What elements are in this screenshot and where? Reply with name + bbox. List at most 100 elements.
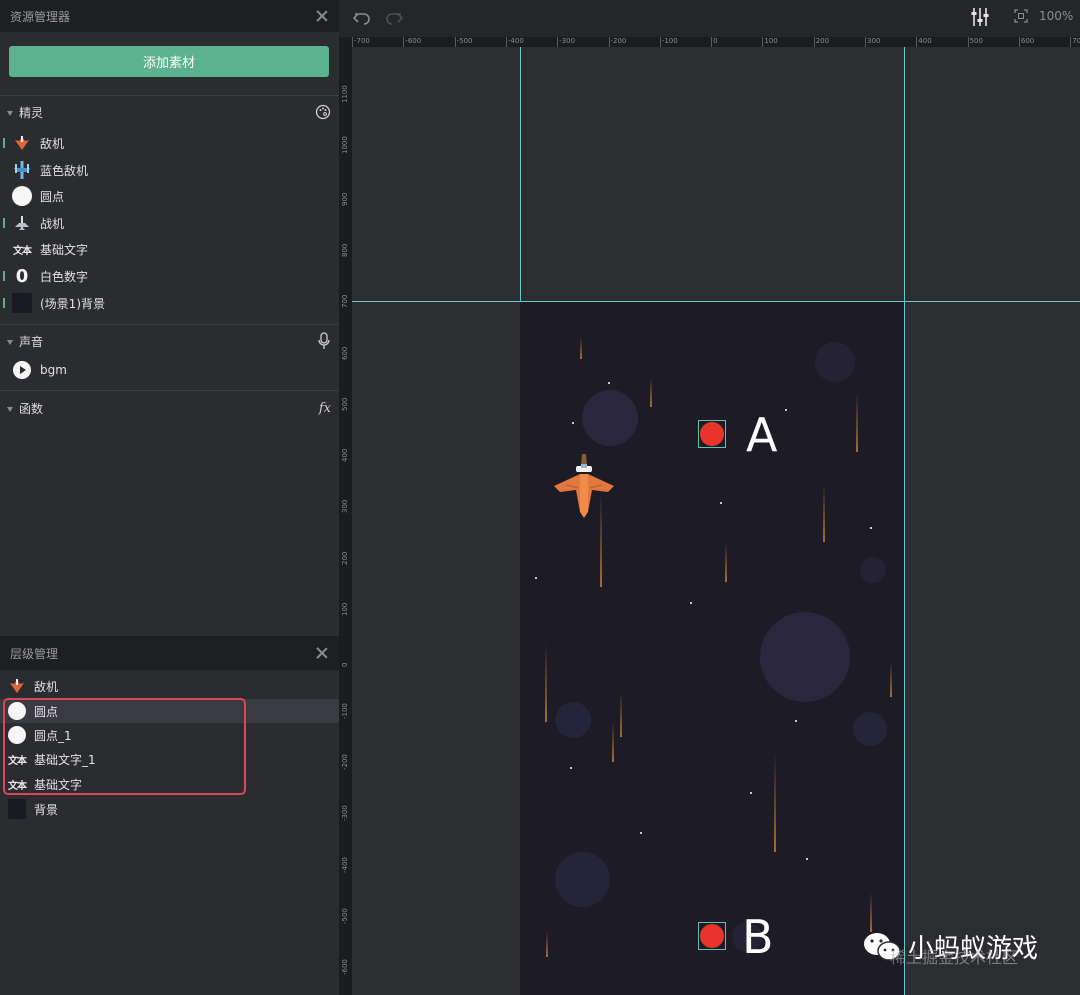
asset-item-blue-enemy[interactable]: 蓝色敌机 [0, 157, 339, 183]
asset-item-bgm[interactable]: bgm [0, 357, 339, 383]
fighter-plane-sprite[interactable] [552, 452, 616, 522]
ruler-tick-label: 0 [713, 37, 718, 45]
enemy-plane-icon [8, 677, 26, 695]
scene-canvas[interactable]: A B [352, 47, 1080, 995]
zoom-level[interactable]: 100% [1039, 9, 1073, 23]
active-marker [3, 271, 5, 281]
digit-zero-icon: 0 [15, 265, 29, 287]
asset-panel-header: 资源管理器 [0, 0, 339, 32]
section-sprites[interactable]: 精灵 [0, 98, 339, 126]
ruler-tick-mark [762, 37, 764, 47]
close-icon[interactable] [315, 9, 329, 23]
background-thumb-icon [12, 293, 32, 313]
play-icon [12, 360, 32, 380]
layer-item-label: 背景 [34, 802, 59, 817]
ruler-tick-mark [711, 37, 713, 47]
ruler-tick-label: 900 [341, 192, 349, 206]
ruler-tick-mark [659, 37, 661, 47]
layer-panel-title: 层级管理 [10, 646, 59, 661]
ruler-tick-label: -300 [341, 805, 349, 822]
undo-icon[interactable] [352, 8, 372, 28]
asset-item-enemy[interactable]: 敌机 [0, 130, 339, 156]
redo-icon[interactable] [384, 8, 404, 28]
meteor-streak [856, 392, 858, 452]
ruler-tick-mark [403, 37, 405, 47]
star [795, 720, 797, 722]
planet [860, 557, 886, 583]
asset-item-white-digit[interactable]: 0 白色数字 [0, 263, 339, 289]
dot-sprite-b[interactable] [698, 922, 726, 950]
planet [815, 342, 855, 382]
star [572, 422, 574, 424]
editor-toolbar: 100% [339, 0, 1080, 37]
asset-item-label: bgm [40, 363, 67, 377]
asset-item-label: 蓝色敌机 [40, 163, 89, 178]
asset-item-dot[interactable]: 圆点 [0, 183, 339, 209]
ruler-tick-mark [454, 37, 456, 47]
star [720, 502, 722, 504]
ruler-tick-label: 700 [1072, 37, 1080, 45]
section-functions-title: 函数 [19, 401, 44, 416]
ruler-tick-label: 800 [341, 243, 349, 257]
section-sprites-title: 精灵 [19, 105, 44, 120]
ruler-tick-mark [505, 37, 507, 47]
asset-item-text[interactable]: 文本 基础文字 [0, 236, 339, 262]
ruler-tick-mark [557, 37, 559, 47]
star [785, 409, 787, 411]
ruler-tick-label: -700 [354, 37, 370, 45]
dot-sprite-a[interactable] [698, 420, 726, 448]
star [750, 792, 752, 794]
asset-item-background[interactable]: (场景1)背景 [0, 290, 339, 316]
ruler-tick-label: 400 [341, 448, 349, 463]
text-icon: 文本 [13, 245, 32, 257]
background-thumb-icon [8, 799, 26, 819]
ruler-tick-label: 400 [918, 37, 932, 45]
asset-item-fighter[interactable]: 战机 [0, 210, 339, 236]
guide-line-vertical [904, 47, 905, 995]
enemy-plane-icon [12, 133, 32, 153]
text-sprite-b[interactable]: B [742, 910, 774, 964]
fx-icon[interactable]: fx [319, 401, 331, 416]
ruler-tick-mark [1018, 37, 1020, 47]
ruler-tick-label: 1100 [341, 85, 349, 103]
sliders-icon[interactable] [971, 7, 989, 27]
ruler-tick-mark [865, 37, 866, 47]
meteor-streak [725, 542, 727, 582]
ruler-tick-label: 200 [341, 551, 349, 565]
ruler-tick-label: 500 [969, 37, 983, 45]
asset-item-label: 白色数字 [40, 269, 89, 284]
ruler-tick-label: 500 [341, 397, 349, 411]
section-sounds[interactable]: 声音 [0, 327, 339, 355]
caret-down-icon [7, 406, 13, 412]
section-functions[interactable]: 函数 fx [0, 394, 339, 422]
planet [582, 390, 638, 446]
ruler-tick-label: -500 [456, 37, 473, 45]
ruler-tick-mark [916, 37, 918, 47]
text-sprite-a[interactable]: A [746, 408, 777, 462]
close-icon[interactable] [315, 646, 329, 660]
game-scene[interactable]: A B [520, 302, 904, 995]
microphone-icon[interactable] [317, 332, 331, 350]
add-asset-button[interactable]: 添加素材 [9, 46, 329, 77]
divider [0, 390, 339, 391]
palette-icon[interactable] [315, 104, 331, 120]
layer-item-background[interactable]: 背景 [0, 797, 339, 821]
ruler-tick-label: 700 [341, 294, 349, 309]
asset-item-label: 敌机 [40, 136, 65, 151]
ruler-tick-label: 200 [815, 37, 830, 45]
ruler-horizontal: -700 -600 -500 -400 -300 -200 -100 0 100 200 300 40… [352, 37, 1080, 47]
layer-item-enemy[interactable]: 敌机 [0, 674, 339, 698]
ruler-tick-label: -200 [610, 37, 627, 45]
planet [853, 712, 887, 746]
ruler-tick-label: 100 [764, 37, 778, 45]
ruler-tick-mark [608, 37, 610, 47]
fit-screen-icon[interactable] [1014, 9, 1028, 23]
meteor-streak [620, 692, 622, 737]
ruler-tick-label: 300 [341, 500, 349, 514]
blue-enemy-plane-icon [12, 160, 32, 180]
star [608, 382, 610, 384]
ruler-tick-label: -500 [341, 907, 349, 924]
highlight-annotation [3, 698, 246, 795]
star [570, 767, 572, 769]
asset-item-label: 基础文字 [40, 242, 89, 257]
